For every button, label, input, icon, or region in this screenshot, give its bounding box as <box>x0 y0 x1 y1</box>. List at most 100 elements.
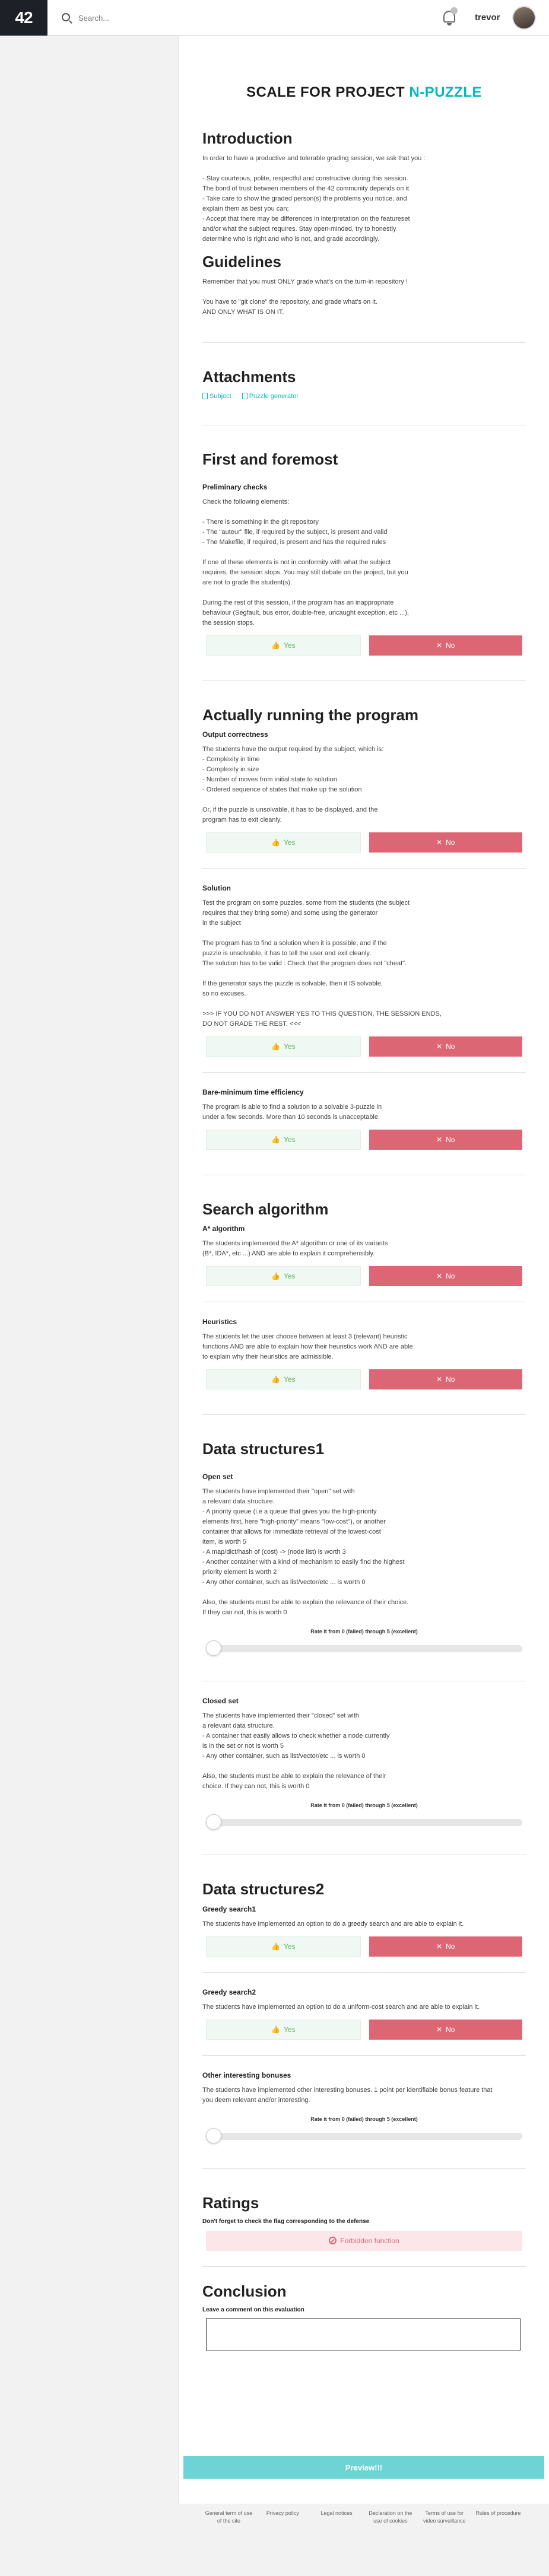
footer-link-legal[interactable]: Legal notices <box>313 2510 360 2525</box>
text-line: is in the set or not is worth 5 <box>202 1742 284 1750</box>
text-line: are not to grade the student(s). <box>202 578 293 586</box>
text-line: functions AND are able to explain how th… <box>202 1343 413 1351</box>
close-icon: ✕ <box>436 1042 443 1051</box>
intro-heading: Introduction <box>202 129 293 147</box>
text-line: - Any other container, such as list/vect… <box>202 1579 366 1586</box>
question-text: The students have implemented other inte… <box>202 2085 526 2106</box>
text-line <box>202 588 526 598</box>
question-title: Greedy search1 <box>202 1904 256 1913</box>
text-line: - There is something in the git reposito… <box>202 518 319 526</box>
footer-link-privacy[interactable]: Privacy policy <box>259 2510 306 2525</box>
thumbs-up-icon: 👍 <box>271 1942 280 1951</box>
text-line: - A map/dict/hash of (cost) -> (node lis… <box>202 1548 346 1556</box>
yes-button[interactable]: 👍 Yes <box>206 1369 361 1390</box>
closed-set-rating-slider[interactable] <box>206 1814 522 1830</box>
text-line: behaviour (Segfault, bus error, double-f… <box>202 609 409 616</box>
answer-buttons: 👍 Yes ✕ No <box>202 1266 526 1287</box>
top-bar: 42 trevor <box>0 0 549 36</box>
ds1-heading: Data structures1 <box>202 1440 325 1458</box>
text-line: to explain why their heuristics are admi… <box>202 1353 334 1361</box>
username[interactable]: trevor <box>475 12 500 23</box>
close-icon: ✕ <box>436 1942 443 1951</box>
conclusion-heading: Conclusion <box>202 2282 287 2300</box>
text-line: and/or what the subject requires. Stay o… <box>202 225 396 233</box>
question-title: Preliminary checks <box>202 482 268 491</box>
question-text: The students have implemented their "ope… <box>202 1487 526 1618</box>
text-line <box>202 287 526 297</box>
bell-icon[interactable] <box>440 7 458 27</box>
text-line: - Complexity in time <box>202 755 260 763</box>
yes-button[interactable]: 👍 Yes <box>206 1936 361 1957</box>
text-line: DO NOT GRADE THE REST. <<< <box>202 1020 302 1028</box>
question-title: Closed set <box>202 1697 239 1706</box>
yes-button[interactable]: 👍 Yes <box>206 1266 361 1287</box>
no-button[interactable]: ✕ No <box>369 1129 522 1150</box>
no-button[interactable]: ✕ No <box>369 635 522 656</box>
yes-button[interactable]: 👍 Yes <box>206 635 361 656</box>
question-text: The program is able to find a solution t… <box>202 1102 526 1122</box>
text-line: If the generator says the puzzle is solv… <box>202 979 383 987</box>
puzzle-generator-link[interactable]: Puzzle generator <box>242 393 299 400</box>
answer-buttons: 👍 Yes ✕ No <box>202 832 526 853</box>
text-line: - Number of moves from initial state to … <box>202 775 337 783</box>
ds2-heading: Data structures2 <box>202 1880 325 1898</box>
guidelines-text: Remember that you must ONLY grade what's… <box>202 277 526 317</box>
text-line: The students have implemented their "ope… <box>202 1488 355 1496</box>
slider-thumb[interactable] <box>206 1814 221 1830</box>
close-icon: ✕ <box>436 1272 443 1281</box>
avatar[interactable] <box>512 6 536 30</box>
search-heading: Search algorithm <box>202 1200 329 1218</box>
question-title: Output correctness <box>202 730 268 739</box>
footer-link-terms[interactable]: General term of use of the site <box>205 2510 253 2525</box>
footer-link-rules[interactable]: Rules of procedure <box>475 2510 522 2525</box>
yes-button[interactable]: 👍 Yes <box>206 1036 361 1057</box>
yes-button[interactable]: 👍 Yes <box>206 832 361 853</box>
no-button[interactable]: ✕ No <box>369 2019 522 2040</box>
text-line: a relevant data structure. <box>202 1498 275 1506</box>
text-line: choice. If they can not, this is worth 0 <box>202 1783 310 1791</box>
text-line: item, is worth 5 <box>202 1538 246 1546</box>
yes-button[interactable]: 👍 Yes <box>206 1129 361 1150</box>
close-icon: ✕ <box>436 838 443 847</box>
no-button[interactable]: ✕ No <box>369 1369 522 1390</box>
text-line: puzzle is unsolvable, it has to tell the… <box>202 949 372 957</box>
preview-button[interactable]: Preview!!! <box>183 2456 544 2479</box>
no-button[interactable]: ✕ No <box>369 832 522 853</box>
close-icon: ✕ <box>436 2025 443 2034</box>
notification-badge <box>450 7 458 14</box>
question-text: The students let the user choose between… <box>202 1332 526 1362</box>
slider-track <box>206 2132 522 2140</box>
text-line <box>202 507 526 517</box>
forbidden-function-flag[interactable]: Forbidden function <box>206 2230 522 2251</box>
text-line: - The Makefile, if required, is present … <box>202 538 386 546</box>
text-line: The students have implemented their "clo… <box>202 1712 359 1720</box>
slider-thumb[interactable] <box>206 1640 221 1656</box>
text-line: Test the program on some puzzles, some f… <box>202 899 410 907</box>
no-button[interactable]: ✕ No <box>369 1266 522 1287</box>
text-line <box>202 548 526 558</box>
text-line: If one of these elements is not in confo… <box>202 558 391 566</box>
bonuses-rating-slider[interactable] <box>206 2127 522 2144</box>
forbidden-icon <box>329 2237 337 2245</box>
answer-buttons: 👍 Yes ✕ No <box>202 1129 526 1150</box>
no-button[interactable]: ✕ No <box>369 1936 522 1957</box>
comment-field[interactable] <box>206 2317 521 2351</box>
thumbs-up-icon: 👍 <box>271 641 280 650</box>
text-line: >>> IF YOU DO NOT ANSWER YES TO THIS QUE… <box>202 1010 442 1017</box>
slider-thumb[interactable] <box>206 2127 221 2144</box>
footer-link-cookies[interactable]: Declaration on the use of cookies <box>367 2510 414 2525</box>
comment-label: Leave a comment on this evaluation <box>202 2306 304 2313</box>
text-line: The program is able to find a solution t… <box>202 1103 382 1111</box>
thumbs-up-icon: 👍 <box>271 838 280 847</box>
text-line: Check the following elements: <box>202 498 290 505</box>
logo-42[interactable]: 42 <box>0 0 47 36</box>
text-line: (B*, IDA*, etc ...) AND are able to expl… <box>202 1250 375 1258</box>
yes-button[interactable]: 👍 Yes <box>206 2019 361 2040</box>
open-set-rating-slider[interactable] <box>206 1640 522 1656</box>
footer-link-video[interactable]: Terms of use for video surveillance <box>421 2510 468 2525</box>
search-icon <box>62 13 70 21</box>
text-line: in the subject <box>202 919 241 927</box>
no-button[interactable]: ✕ No <box>369 1036 522 1057</box>
search-input[interactable] <box>78 11 256 25</box>
subject-link[interactable]: Subject <box>202 393 231 400</box>
